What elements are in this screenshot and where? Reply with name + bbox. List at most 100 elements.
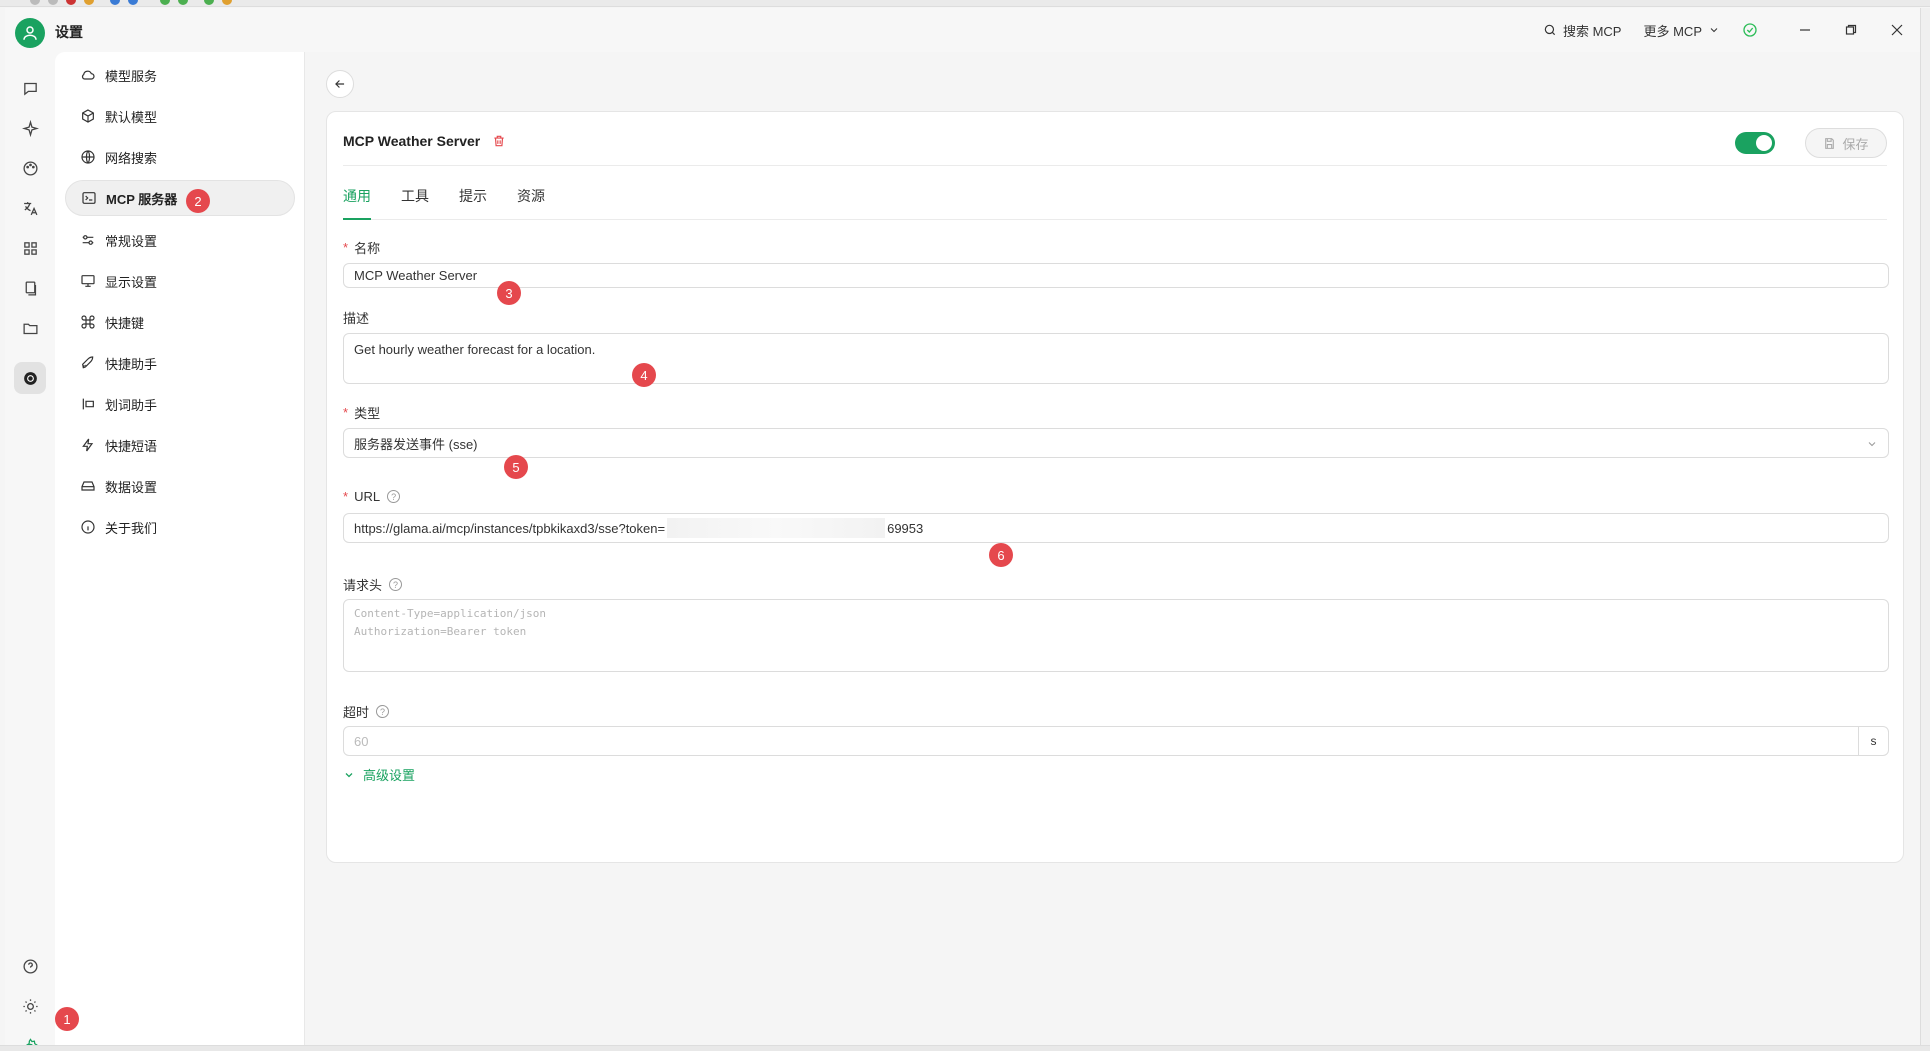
search-icon: [1544, 24, 1556, 36]
annotation-badge: 6: [989, 543, 1013, 567]
menu-item-selection-assistant[interactable]: 划词助手: [65, 386, 295, 422]
menu-item-default-model[interactable]: 默认模型: [65, 98, 295, 134]
menu-item-label: 数据设置: [105, 479, 158, 495]
menu-item-shortcuts[interactable]: 快捷键: [65, 304, 295, 340]
advanced-settings-label: 高级设置: [363, 768, 416, 783]
window-title: 设置: [55, 24, 83, 40]
os-top-strip: [0, 0, 1930, 7]
help-icon[interactable]: ?: [376, 705, 390, 718]
description-label: 描述: [343, 311, 370, 326]
enable-toggle[interactable]: [1735, 132, 1775, 154]
menu-item-label: 快捷键: [105, 315, 145, 331]
timeout-label: 超时?: [343, 702, 390, 721]
url-suffix: 69953: [887, 520, 924, 536]
command-icon: [79, 313, 97, 331]
type-label: * 类型: [343, 405, 381, 421]
annotation-badge: 1: [55, 1007, 79, 1031]
menu-item-web-search[interactable]: 网络搜索: [65, 139, 295, 175]
tab-prompts[interactable]: 提示: [459, 174, 487, 219]
annotation-badge: 3: [497, 281, 521, 305]
tab-general[interactable]: 通用: [343, 174, 371, 220]
menu-item-quick-phrases[interactable]: 快捷短语: [65, 427, 295, 463]
menu-item-about[interactable]: 关于我们: [65, 509, 295, 545]
menu-item-mcp-servers[interactable]: MCP 服务器: [65, 180, 295, 216]
mcp-server-card: MCP Weather Server 保存 通用 工具 提示 资源 * 名称 M…: [326, 111, 1904, 863]
tab-tools[interactable]: 工具: [401, 174, 429, 219]
close-icon: [1891, 24, 1903, 36]
app-window: 设置 搜索 MCP 更多 MCP 模型服务 默认模型 网络搜索 MCP 服务器 …: [5, 8, 1920, 1051]
minimize-icon: [1800, 29, 1810, 31]
sparkle-icon[interactable]: [14, 112, 46, 144]
translate-icon[interactable]: [14, 192, 46, 224]
cube-icon: [79, 107, 97, 125]
delete-icon[interactable]: [492, 134, 506, 148]
sun-icon[interactable]: [14, 990, 46, 1022]
info-icon: [79, 518, 97, 536]
apps-icon[interactable]: [14, 232, 46, 264]
menu-item-model-service[interactable]: 模型服务: [65, 57, 295, 93]
menu-item-data-settings[interactable]: 数据设置: [65, 468, 295, 504]
card-header: MCP Weather Server 保存: [343, 124, 1887, 158]
timeout-placeholder: 60: [354, 733, 369, 749]
server-tabs: 通用 工具 提示 资源: [343, 174, 1887, 220]
description-value: Get hourly weather forecast for a locati…: [354, 342, 596, 357]
back-button[interactable]: [326, 70, 354, 98]
advanced-settings-toggle[interactable]: 高级设置: [343, 765, 415, 784]
menu-item-general-settings[interactable]: 常规设置: [65, 222, 295, 258]
header-divider: [343, 165, 1887, 166]
menu-item-quick-assistant[interactable]: 快捷助手: [65, 345, 295, 381]
menu-item-display-settings[interactable]: 显示设置: [65, 263, 295, 299]
save-label: 保存: [1842, 136, 1869, 152]
menu-item-label: 模型服务: [105, 68, 158, 84]
bottom-edge-strip: [0, 1045, 1930, 1051]
right-edge-strip: [1920, 8, 1930, 1045]
rocket-icon: [79, 354, 97, 372]
menu-item-label: 默认模型: [105, 109, 158, 125]
main-content: MCP Weather Server 保存 通用 工具 提示 资源 * 名称 M…: [305, 52, 1920, 1045]
tab-resources[interactable]: 资源: [517, 174, 545, 219]
help-icon[interactable]: ?: [387, 490, 401, 503]
chevron-down-icon: [1710, 28, 1718, 33]
type-value: 服务器发送事件 (sse): [354, 436, 478, 452]
name-field[interactable]: MCP Weather Server: [343, 263, 1889, 288]
annotation-badge: 5: [504, 455, 528, 479]
menu-item-label: 常规设置: [105, 233, 158, 249]
timeout-field[interactable]: 60 s: [343, 726, 1889, 756]
description-field[interactable]: Get hourly weather forecast for a locati…: [343, 333, 1889, 384]
menu-item-label: 显示设置: [105, 274, 158, 290]
menu-item-label: 划词助手: [105, 397, 158, 413]
terminal-icon: [80, 189, 98, 207]
save-icon: [1825, 137, 1835, 149]
close-button[interactable]: [1874, 8, 1920, 52]
hard-drive-icon: [79, 477, 97, 495]
text-select-icon: [79, 395, 97, 413]
menu-item-label: MCP 服务器: [106, 191, 178, 207]
minimize-button[interactable]: [1782, 8, 1828, 52]
cloud-icon: [79, 66, 97, 84]
help-icon[interactable]: [14, 950, 46, 982]
chat-icon[interactable]: [14, 72, 46, 104]
server-title: MCP Weather Server: [343, 133, 481, 149]
files-copy-icon[interactable]: [14, 272, 46, 304]
url-field[interactable]: https://glama.ai/mcp/instances/tpbkikaxd…: [343, 513, 1889, 543]
search-mcp-button[interactable]: 搜索 MCP: [1543, 21, 1622, 40]
restore-button[interactable]: [1828, 8, 1874, 52]
type-select[interactable]: 服务器发送事件 (sse): [343, 428, 1889, 458]
redacted-token: [667, 518, 886, 538]
headers-label: 请求头?: [343, 575, 403, 594]
status-ok-icon[interactable]: [1742, 22, 1758, 38]
more-mcp-button[interactable]: 更多 MCP: [1643, 21, 1720, 40]
search-mcp-label: 搜索 MCP: [1562, 23, 1622, 39]
zap-icon: [79, 436, 97, 454]
save-button[interactable]: 保存: [1805, 128, 1887, 158]
headers-field[interactable]: Content-Type=application/json Authorizat…: [343, 599, 1889, 672]
palette-icon[interactable]: [14, 152, 46, 184]
avatar[interactable]: [15, 18, 45, 48]
menu-item-label: 关于我们: [105, 520, 158, 536]
folder-icon[interactable]: [14, 312, 46, 344]
help-icon[interactable]: ?: [389, 578, 403, 591]
arrow-left-icon: [335, 80, 345, 88]
settings-menu: 模型服务 默认模型 网络搜索 MCP 服务器 常规设置 显示设置 快捷键 快捷助…: [55, 52, 305, 1045]
menu-item-label: 网络搜索: [105, 150, 158, 166]
openai-icon[interactable]: [14, 362, 46, 394]
